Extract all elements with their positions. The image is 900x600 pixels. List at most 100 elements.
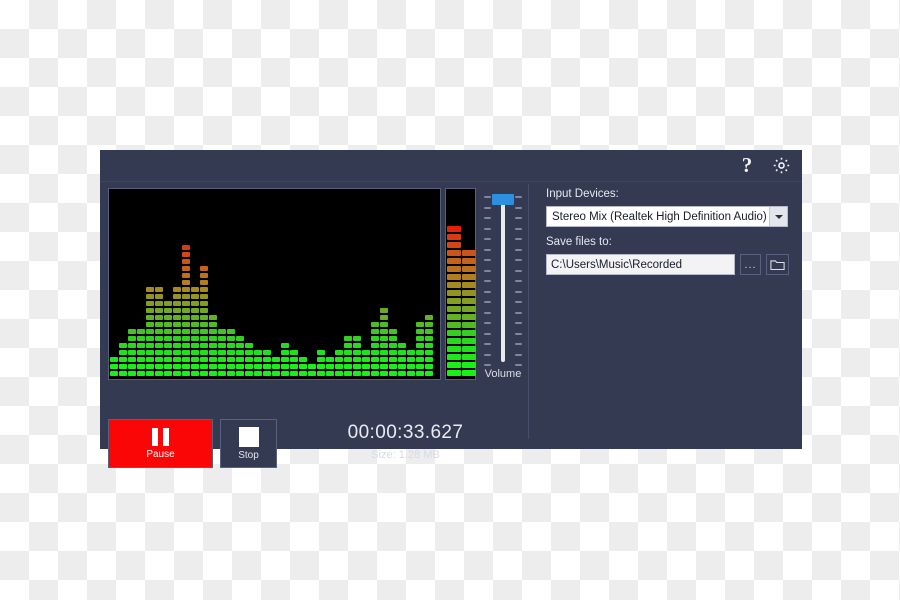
spectrum-column (245, 190, 254, 378)
pause-button[interactable]: Pause (108, 419, 213, 468)
spectrum-segment (290, 357, 298, 362)
spectrum-segment (227, 350, 235, 355)
input-device-value: Stereo Mix (Realtek High Definition Audi… (547, 211, 769, 223)
spectrum-segment (191, 371, 199, 376)
spectrum-segment (380, 322, 388, 327)
spectrum-segment (353, 336, 361, 341)
spectrum-column (236, 190, 245, 378)
spectrum-segment (200, 294, 208, 299)
spectrum-segment (173, 371, 181, 376)
spectrum-segment (155, 287, 163, 292)
volume-track[interactable] (501, 200, 505, 362)
recording-status: 00:00:33.627 Size: 1.28 MB (293, 422, 518, 461)
spectrum-segment (146, 329, 154, 334)
spectrum-segment (245, 350, 253, 355)
spectrum-segment (344, 371, 352, 376)
spectrum-segment (218, 364, 226, 369)
browse-button[interactable]: ... (740, 254, 761, 275)
spectrum-segment (191, 336, 199, 341)
spectrum-segment (371, 350, 379, 355)
input-device-select[interactable]: Stereo Mix (Realtek High Definition Audi… (546, 206, 788, 227)
stop-button[interactable]: Stop (220, 419, 277, 468)
spectrum-column (272, 190, 281, 378)
folder-icon[interactable] (766, 254, 789, 275)
volume-tick (515, 343, 522, 345)
volume-tick (515, 270, 522, 272)
volume-ticks-left (484, 196, 491, 366)
spectrum-segment (155, 371, 163, 376)
spectrum-segment (344, 343, 352, 348)
spectrum-segment (164, 350, 172, 355)
spectrum-segment (398, 371, 406, 376)
volume-slider[interactable]: Volume (481, 188, 525, 388)
volume-tick (484, 270, 491, 272)
spectrum-segment (182, 364, 190, 369)
spectrum-segment (416, 371, 424, 376)
input-devices-group: Input Devices: Stereo Mix (Realtek High … (546, 188, 788, 227)
spectrum-segment (218, 343, 226, 348)
spectrum-column (326, 190, 335, 378)
spectrum-segment (299, 371, 307, 376)
spectrum-segment (416, 336, 424, 341)
spectrum-segment (164, 343, 172, 348)
chevron-down-icon[interactable] (769, 207, 787, 226)
gear-icon[interactable] (770, 155, 792, 177)
spectrum-segment (191, 287, 199, 292)
spectrum-segment (191, 315, 199, 320)
spectrum-column (299, 190, 308, 378)
volume-tick (515, 322, 522, 324)
spectrum-segment (407, 350, 415, 355)
spectrum-segment (398, 343, 406, 348)
spectrum-segment (182, 245, 190, 250)
spectrum-column (407, 190, 416, 378)
spectrum-column (146, 190, 155, 378)
vu-segment (462, 306, 476, 312)
spectrum-segment (191, 308, 199, 313)
vu-segment (462, 354, 476, 360)
spectrum-segment (209, 350, 217, 355)
volume-tick (484, 259, 491, 261)
spectrum-segment (299, 364, 307, 369)
spectrum-segment (353, 350, 361, 355)
spectrum-segment (290, 371, 298, 376)
spectrum-segment (155, 357, 163, 362)
spectrum-segment (164, 364, 172, 369)
volume-handle[interactable] (492, 194, 514, 205)
spectrum-segment (416, 350, 424, 355)
spectrum-segment (146, 350, 154, 355)
spectrum-column (119, 190, 128, 378)
save-path-input[interactable]: C:\Users\Music\Recorded (546, 254, 735, 275)
spectrum-segment (182, 259, 190, 264)
spectrum-segment (173, 308, 181, 313)
spectrum-segment (236, 343, 244, 348)
spectrum-segment (227, 364, 235, 369)
spectrum-segment (308, 371, 316, 376)
vu-segment (462, 314, 476, 320)
spectrum-segment (137, 350, 145, 355)
spectrum-segment (200, 287, 208, 292)
volume-tick (515, 354, 522, 356)
volume-tick (484, 354, 491, 356)
help-icon[interactable]: ? (736, 155, 758, 177)
spectrum-segment (254, 364, 262, 369)
spectrum-segment (110, 357, 118, 362)
spectrum-segment (389, 371, 397, 376)
spectrum-segment (128, 350, 136, 355)
volume-tick (484, 343, 491, 345)
window-titlebar: ? (100, 150, 802, 182)
spectrum-segment (425, 329, 433, 334)
spectrum-segment (146, 357, 154, 362)
spectrum-segment (146, 287, 154, 292)
spectrum-segment (281, 364, 289, 369)
spectrum-column (416, 190, 425, 378)
spectrum-segment (362, 364, 370, 369)
vu-segment (447, 282, 461, 288)
audio-recorder-window: ? Volume Pause Sto (100, 150, 802, 449)
spectrum-segment (227, 329, 235, 334)
spectrum-column (173, 190, 182, 378)
spectrum-segment (164, 357, 172, 362)
spectrum-segment (200, 322, 208, 327)
spectrum-segment (299, 357, 307, 362)
vu-segment (462, 274, 476, 280)
spectrum-segment (209, 329, 217, 334)
